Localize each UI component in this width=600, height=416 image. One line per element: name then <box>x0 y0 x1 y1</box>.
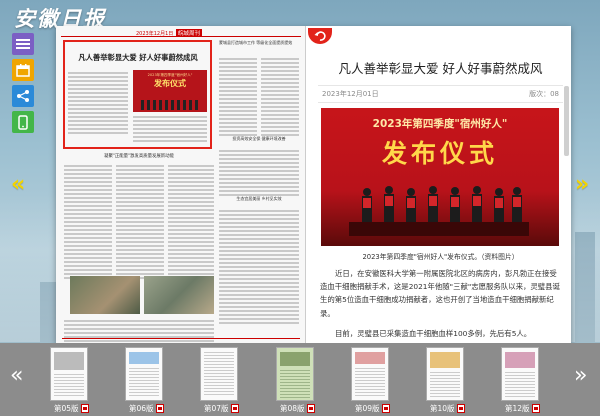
thumbnail-label[interactable]: 第07版 <box>204 403 239 414</box>
thumbnail-label[interactable]: 第10版 <box>430 403 465 414</box>
pdf-icon[interactable] <box>306 404 315 413</box>
thumbnail-page[interactable] <box>426 347 464 401</box>
page-side-head-2: 投资高效安全保 健康环境改善 <box>232 136 286 141</box>
thumbnail-label[interactable]: 第05版 <box>54 403 89 414</box>
pdf-icon[interactable] <box>80 404 89 413</box>
newspaper-viewer: 2023年12月1日 皖城周刊 凡人善举彰显大爱 好人好事蔚然成风 2023年第… <box>56 26 571 344</box>
photo-title-text: 发布仪式 <box>381 139 498 168</box>
pdf-icon[interactable] <box>155 404 164 413</box>
article-title: 凡人善举彰显大爱 好人好事蔚然成风 <box>338 61 543 76</box>
mobile-button[interactable] <box>12 111 34 133</box>
photo-banner-text: 2023年第四季度"宿州好人" <box>372 118 508 130</box>
article-date: 2023年12月01日 <box>322 90 379 98</box>
pdf-icon[interactable] <box>381 404 390 413</box>
thumbnail-label[interactable]: 第12版 <box>505 403 540 414</box>
article-panel: 凡人善举彰显大爱 好人好事蔚然成风 2023年12月01日 版次：08 2023… <box>306 26 571 344</box>
article-photo[interactable]: 2023年第四季度"宿州好人" 发布仪式 <box>321 108 559 246</box>
pdf-icon[interactable] <box>531 404 540 413</box>
page-photo-bottom-left <box>70 276 140 314</box>
thumbnail-label[interactable]: 第09版 <box>355 403 390 414</box>
calendar-button[interactable] <box>12 59 34 81</box>
thumbnail-page[interactable] <box>125 347 163 401</box>
page-thumbnail-strip: « » 第05版 第06版 第07版 第08版 第09版 第10版 第12版 <box>0 343 600 416</box>
page-headline: 凡人善举彰显大爱 好人好事蔚然成风 <box>78 53 198 62</box>
page-photo: 2023年第四季度"宿州好人" 发布仪式 <box>133 70 207 112</box>
thumbnail-label[interactable]: 第06版 <box>129 403 164 414</box>
page-side-head-3: 生态宜居美丽 乡村见实效 <box>236 196 282 201</box>
thumbnail-page[interactable] <box>351 347 389 401</box>
article-page-number: 版次：08 <box>529 90 559 98</box>
pdf-icon[interactable] <box>230 404 239 413</box>
article-paragraph-2: 目前，灵璧县已采集造血干细胞血样100多例，先后有5人。 <box>335 329 532 338</box>
article-scrollbar[interactable] <box>564 86 569 156</box>
back-arrow-icon <box>314 31 326 41</box>
article-paragraph-1: 近日，在安徽医科大学第一附属医院北区的病房内，彭凡勃正在接受造血干细胞捐献手术，… <box>320 269 560 318</box>
photo-caption: 2023年第四季度"宿州好人"发布仪式。（资料图片） <box>362 253 519 261</box>
thumbnail-label[interactable]: 第08版 <box>280 403 315 414</box>
pdf-icon[interactable] <box>456 404 465 413</box>
thumbnail-page[interactable] <box>200 347 238 401</box>
thumbnail-page[interactable] <box>501 347 539 401</box>
menu-icon <box>16 39 30 49</box>
article-meta: 2023年12月01日 版次：08 <box>318 85 563 103</box>
page-sub-headline: 凝聚"正能量"激发高质量发展新动能 <box>104 154 174 159</box>
photo-people <box>349 178 529 236</box>
share-icon <box>17 90 29 102</box>
thumbnail-page-active[interactable] <box>276 347 314 401</box>
page-photo-bottom-right <box>144 276 214 314</box>
strip-next-arrow[interactable]: » <box>574 363 587 388</box>
newspaper-page[interactable]: 2023年12月1日 皖城周刊 凡人善举彰显大爱 好人好事蔚然成风 2023年第… <box>56 26 306 344</box>
page-side-head-1: 蒙城县打造城市工作 等级化全面提质提效 <box>219 40 293 45</box>
calendar-icon <box>16 64 30 77</box>
menu-button[interactable] <box>12 33 34 55</box>
strip-prev-arrow[interactable]: « <box>10 363 23 388</box>
prev-page-arrow[interactable]: « <box>11 172 25 197</box>
thumbnail-page[interactable] <box>50 347 88 401</box>
share-button[interactable] <box>12 85 34 107</box>
next-page-arrow[interactable]: » <box>575 172 589 197</box>
mobile-icon <box>18 114 28 130</box>
